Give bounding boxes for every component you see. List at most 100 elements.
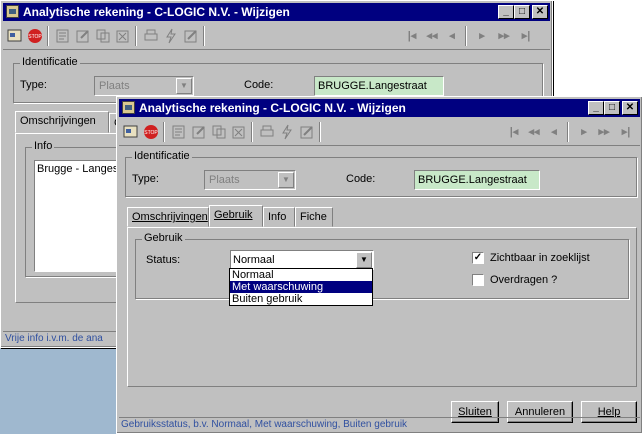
status-dropdown-list: Normaal Met waarschuwing Buiten gebruik <box>229 268 373 306</box>
back-info-group: Info Brugge - Langes <box>25 140 126 277</box>
back-window-title: Analytische rekening - C-LOGIC N.V. - Wi… <box>23 5 290 19</box>
code-value: BRUGGE.Langestraat <box>418 174 527 186</box>
type-value: Plaats <box>209 174 240 186</box>
card-icon[interactable] <box>123 124 139 140</box>
copy-icon[interactable] <box>211 124 227 140</box>
status-select[interactable]: Normaal ▼ <box>230 250 374 270</box>
last-record-icon[interactable]: ▸| <box>517 28 535 44</box>
front-titlebar[interactable]: Analytische rekening - C-LOGIC N.V. - Wi… <box>119 99 640 117</box>
new-icon[interactable] <box>55 28 71 44</box>
print-icon[interactable] <box>259 124 275 140</box>
info-label: Info <box>32 140 55 152</box>
type-label: Type: <box>20 79 47 91</box>
info-textarea[interactable]: Brugge - Langes <box>34 160 126 272</box>
close-button[interactable]: ✕ <box>622 101 638 115</box>
first-record-icon[interactable]: |◂ <box>505 124 523 140</box>
svg-text:STOP: STOP <box>144 130 158 136</box>
front-window: Analytische rekening - C-LOGIC N.V. - Wi… <box>116 96 643 434</box>
toolbar-separator <box>251 122 253 142</box>
edit-icon[interactable] <box>191 124 207 140</box>
toolbar-separator <box>135 26 137 46</box>
toolbar-separator <box>163 122 165 142</box>
toolbar-separator <box>203 26 205 46</box>
tab-omschrijvingen[interactable]: Omschrijvingen <box>15 111 109 133</box>
back-titlebar[interactable]: Analytische rekening - C-LOGIC N.V. - Wi… <box>3 3 550 21</box>
delete-icon[interactable] <box>115 28 131 44</box>
app-icon <box>122 101 135 114</box>
code-field[interactable]: BRUGGE.Langestraat <box>414 170 540 190</box>
front-status-text: Gebruiksstatus, b.v. Normaal, Met waarsc… <box>121 419 408 430</box>
type-combo[interactable]: Plaats ▼ <box>204 170 296 190</box>
next-record-icon[interactable]: ▸ <box>473 28 491 44</box>
toolbar-separator <box>465 26 467 46</box>
stop-icon[interactable]: STOP <box>27 28 43 44</box>
code-value: BRUGGE.Langestraat <box>318 80 427 92</box>
tab-gebruik[interactable]: Gebruik <box>209 205 263 227</box>
gebruik-label: Gebruik <box>142 232 185 244</box>
maximize-button[interactable]: □ <box>604 101 620 115</box>
back-tabs: Omschrijvingen G <box>15 111 129 133</box>
new-icon[interactable] <box>171 124 187 140</box>
tab-fiche[interactable]: Fiche <box>295 207 333 227</box>
status-label: Status: <box>146 254 181 266</box>
next-page-icon[interactable]: ▸▸ <box>595 124 613 140</box>
gebruik-group: Gebruik Status: Normaal ▼ ✓ Zichtbaar in… <box>135 232 629 299</box>
type-combo[interactable]: Plaats ▼ <box>94 76 194 96</box>
prev-page-icon[interactable]: ◂◂ <box>525 124 543 140</box>
next-page-icon[interactable]: ▸▸ <box>495 28 513 44</box>
front-tabs: Omschrijvingen Gebruik Info Fiche <box>127 205 427 227</box>
toolbar-separator <box>319 122 321 142</box>
card-icon[interactable] <box>7 28 23 44</box>
print-icon[interactable] <box>143 28 159 44</box>
type-label: Type: <box>132 173 159 185</box>
code-label: Code: <box>244 79 274 91</box>
lightning-icon[interactable] <box>279 124 295 140</box>
edit-icon[interactable] <box>75 28 91 44</box>
svg-text:STOP: STOP <box>28 34 42 40</box>
front-toolbar: STOP |◂ ◂◂ ◂ ▸ ▸▸ ▸| <box>119 118 640 146</box>
close-button[interactable]: ✕ <box>532 5 548 19</box>
toolbar-separator <box>47 26 49 46</box>
chevron-down-icon[interactable]: ▼ <box>278 172 294 188</box>
status-value: Normaal <box>233 254 275 266</box>
toolbar-separator <box>567 122 569 142</box>
front-window-title: Analytische rekening - C-LOGIC N.V. - Wi… <box>139 101 406 115</box>
overdragen-checkbox[interactable] <box>472 274 484 286</box>
minimize-button[interactable]: _ <box>588 101 604 115</box>
info-text: Brugge - Langes <box>37 163 119 175</box>
tab-omschrijvingen[interactable]: Omschrijvingen <box>127 207 209 227</box>
status-option-buiten-gebruik[interactable]: Buiten gebruik <box>230 293 372 305</box>
minimize-button[interactable]: _ <box>498 5 514 19</box>
stop-icon[interactable]: STOP <box>143 124 159 140</box>
identificatie-label: Identificatie <box>20 56 80 68</box>
back-status-text: Vrije info i.v.m. de ana <box>5 333 103 344</box>
prev-page-icon[interactable]: ◂◂ <box>423 28 441 44</box>
tab-info[interactable]: Info <box>263 207 295 227</box>
front-status-bar: Gebruiksstatus, b.v. Normaal, Met waarsc… <box>119 417 640 431</box>
form-edit-icon[interactable] <box>299 124 315 140</box>
code-field[interactable]: BRUGGE.Langestraat <box>314 76 444 96</box>
zichtbaar-checkbox[interactable]: ✓ <box>472 252 484 264</box>
app-icon <box>6 5 19 18</box>
back-toolbar: STOP |◂ ◂◂ ◂ ▸ ▸▸ ▸| <box>3 22 550 50</box>
identificatie-label: Identificatie <box>132 150 192 162</box>
zichtbaar-label: Zichtbaar in zoeklijst <box>490 252 590 264</box>
type-value: Plaats <box>99 80 130 92</box>
next-record-icon[interactable]: ▸ <box>575 124 593 140</box>
front-identificatie-group: Identificatie Type: Plaats ▼ Code: BRUGG… <box>125 150 637 197</box>
lightning-icon[interactable] <box>163 28 179 44</box>
prev-record-icon[interactable]: ◂ <box>545 124 563 140</box>
chevron-down-icon[interactable]: ▼ <box>176 78 192 94</box>
code-label: Code: <box>346 173 376 185</box>
status-option-normaal[interactable]: Normaal <box>230 269 372 281</box>
status-option-met-waarschuwing[interactable]: Met waarschuwing <box>230 281 372 293</box>
copy-icon[interactable] <box>95 28 111 44</box>
maximize-button[interactable]: □ <box>514 5 530 19</box>
form-edit-icon[interactable] <box>183 28 199 44</box>
overdragen-label: Overdragen ? <box>490 274 558 286</box>
last-record-icon[interactable]: ▸| <box>617 124 635 140</box>
prev-record-icon[interactable]: ◂ <box>443 28 461 44</box>
first-record-icon[interactable]: |◂ <box>403 28 421 44</box>
chevron-down-icon[interactable]: ▼ <box>356 252 372 268</box>
delete-icon[interactable] <box>231 124 247 140</box>
